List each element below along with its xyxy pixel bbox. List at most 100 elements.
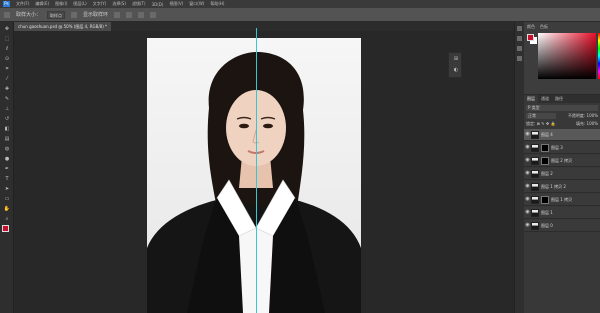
portrait-image [147, 52, 361, 313]
layers-panel-tabs: 图层 通道 路径 [524, 95, 600, 103]
layer-name: 图层 1 [541, 210, 553, 215]
opacity-field[interactable]: 不透明度: 100% [558, 113, 598, 119]
brush-tool-icon[interactable]: ✎ [3, 96, 11, 102]
menu-item-type[interactable]: 文字(Y) [93, 1, 107, 7]
visibility-eye-icon[interactable]: ◉ [525, 145, 530, 150]
layer-thumbnail [531, 222, 539, 230]
right-panel-dock: 颜色 色板 图层 通道 路径 P 类型 正常 不透明度: 100% 锁定: ⊠ … [514, 22, 600, 313]
brush-settings-icon[interactable] [517, 56, 522, 61]
visibility-eye-icon[interactable]: ◉ [525, 210, 530, 215]
menu-item-image[interactable]: 图像(I) [55, 1, 67, 7]
blur-tool-icon[interactable]: ◍ [3, 146, 11, 152]
document-canvas-photo[interactable] [147, 38, 361, 313]
move-tool-icon[interactable]: ✥ [3, 26, 11, 32]
history-brush-tool-icon[interactable]: ↺ [3, 116, 11, 122]
menu-item-3d[interactable]: 3D(D) [152, 2, 164, 7]
layer-row[interactable]: ◉ 图层 4 [524, 129, 600, 141]
eraser-tool-icon[interactable]: ◧ [3, 126, 11, 132]
layer-row[interactable]: ◉ 图层 3 [524, 142, 600, 154]
layer-mask-thumbnail[interactable] [541, 196, 549, 204]
layer-row[interactable]: ◉ 图层 1 拷贝 2 [524, 181, 600, 193]
sample-size-select[interactable]: 取样点 [47, 10, 66, 19]
menu-item-edit[interactable]: 编辑(E) [35, 1, 49, 7]
tab-color[interactable]: 颜色 [527, 24, 535, 30]
3d-mode-icon[interactable] [138, 11, 145, 18]
healing-brush-tool-icon[interactable]: ✚ [3, 86, 11, 92]
tool-preset-icon[interactable] [4, 11, 10, 18]
color-spectrum[interactable] [538, 33, 596, 79]
visibility-eye-icon[interactable]: ◉ [525, 132, 530, 137]
menu-item-file[interactable]: 文件(F) [16, 1, 29, 7]
menu-item-layer[interactable]: 图层(L) [73, 1, 86, 7]
tab-layers[interactable]: 图层 [524, 95, 538, 103]
vertical-guide-line[interactable] [256, 28, 257, 313]
dodge-tool-icon[interactable]: ● [3, 156, 11, 162]
tab-paths[interactable]: 路径 [552, 95, 566, 103]
visibility-eye-icon[interactable]: ◉ [525, 197, 530, 202]
eyedropper-tool-icon[interactable]: ⁄ [3, 76, 11, 82]
tab-channels[interactable]: 通道 [538, 95, 552, 103]
show-ring-checkbox[interactable] [71, 11, 78, 18]
menu-item-view[interactable]: 视图(V) [169, 1, 183, 7]
layer-thumbnail [531, 144, 539, 152]
menu-item-filter[interactable]: 滤镜(T) [132, 1, 146, 7]
layer-name: 图层 0 [541, 223, 553, 228]
distribute-icon[interactable] [126, 11, 133, 18]
layer-row[interactable]: ◉ 图层 2 拷贝 [524, 155, 600, 167]
visibility-eye-icon[interactable]: ◉ [525, 158, 530, 163]
history-icon[interactable] [517, 26, 522, 31]
layer-name: 图层 1 拷贝 2 [541, 184, 566, 189]
layers-panel: 图层 通道 路径 P 类型 正常 不透明度: 100% 锁定: ⊠ ✎ ✥ 🔒 … [524, 94, 600, 313]
hand-tool-icon[interactable]: ✋ [3, 206, 11, 212]
type-tool-icon[interactable]: T [3, 176, 11, 182]
layer-row[interactable]: ◉ 图层 1 [524, 207, 600, 219]
mini-panel-dock: ⊞ ◐ [448, 52, 462, 78]
menu-item-select[interactable]: 选择(S) [112, 1, 126, 7]
layer-row[interactable]: ◉ 图层 0 [524, 220, 600, 232]
foreground-color-chip[interactable] [527, 34, 534, 41]
properties-icon[interactable]: ⊞ [452, 56, 460, 63]
layer-mask-thumbnail[interactable] [541, 144, 549, 152]
layer-thumbnail [531, 170, 539, 178]
layer-thumbnail [531, 183, 539, 191]
layer-name: 图层 3 [551, 145, 563, 150]
rectangle-tool-icon[interactable]: ▭ [3, 196, 11, 202]
document-tab[interactable]: chun gaoshuan.psd @ 50% (图层 4, RGB/8) * [14, 22, 112, 31]
adjustments-icon[interactable]: ◐ [452, 67, 460, 74]
clone-stamp-tool-icon[interactable]: ⊥ [3, 106, 11, 112]
document-tab-bar: chun gaoshuan.psd @ 50% (图层 4, RGB/8) * [14, 22, 514, 31]
lock-controls[interactable]: 锁定: ⊠ ✎ ✥ 🔒 [526, 121, 558, 127]
foreground-color-swatch[interactable] [2, 225, 9, 232]
layer-row[interactable]: ◉ 图层 1 拷贝 [524, 194, 600, 206]
layer-filter-select[interactable]: P 类型 [526, 105, 598, 111]
layer-mask-thumbnail[interactable] [541, 157, 549, 165]
options-bar: 取样大小： 取样点 显示取样环 [0, 8, 600, 22]
show-ring-label: 显示取样环 [83, 12, 109, 18]
visibility-eye-icon[interactable]: ◉ [525, 171, 530, 176]
visibility-eye-icon[interactable]: ◉ [525, 184, 530, 189]
crop-tool-icon[interactable]: ⌗ [3, 66, 11, 72]
menu-item-window[interactable]: 窗口(W) [189, 1, 204, 7]
tab-swatches[interactable]: 色板 [540, 24, 548, 30]
fill-field[interactable]: 填充: 100% [558, 121, 598, 127]
zoom-tool-icon[interactable]: ⌕ [3, 216, 11, 222]
workspace-icon[interactable] [150, 11, 157, 18]
actions-icon[interactable] [517, 36, 522, 41]
app-logo: Ps [3, 1, 10, 7]
blend-mode-select[interactable]: 正常 [526, 113, 556, 119]
tools-panel: ✥ ⬚ ℓ ⊙ ⌗ ⁄ ✚ ✎ ⊥ ↺ ◧ ▤ ◍ ● ✒ T ➤ ▭ ✋ ⌕ [0, 22, 14, 313]
pen-tool-icon[interactable]: ✒ [3, 166, 11, 172]
path-select-tool-icon[interactable]: ➤ [3, 186, 11, 192]
marquee-tool-icon[interactable]: ⬚ [3, 36, 11, 42]
align-icon[interactable] [114, 11, 121, 18]
visibility-eye-icon[interactable]: ◉ [525, 223, 530, 228]
quick-select-tool-icon[interactable]: ⊙ [3, 56, 11, 62]
panel-icon-column [515, 22, 524, 313]
layer-thumbnail [531, 131, 539, 139]
info-icon[interactable] [517, 46, 522, 51]
gradient-tool-icon[interactable]: ▤ [3, 136, 11, 142]
menu-item-help[interactable]: 帮助(H) [210, 1, 224, 7]
menu-bar: Ps 文件(F) 编辑(E) 图像(I) 图层(L) 文字(Y) 选择(S) 滤… [0, 0, 600, 8]
layer-row[interactable]: ◉ 图层 2 [524, 168, 600, 180]
lasso-tool-icon[interactable]: ℓ [3, 46, 11, 52]
